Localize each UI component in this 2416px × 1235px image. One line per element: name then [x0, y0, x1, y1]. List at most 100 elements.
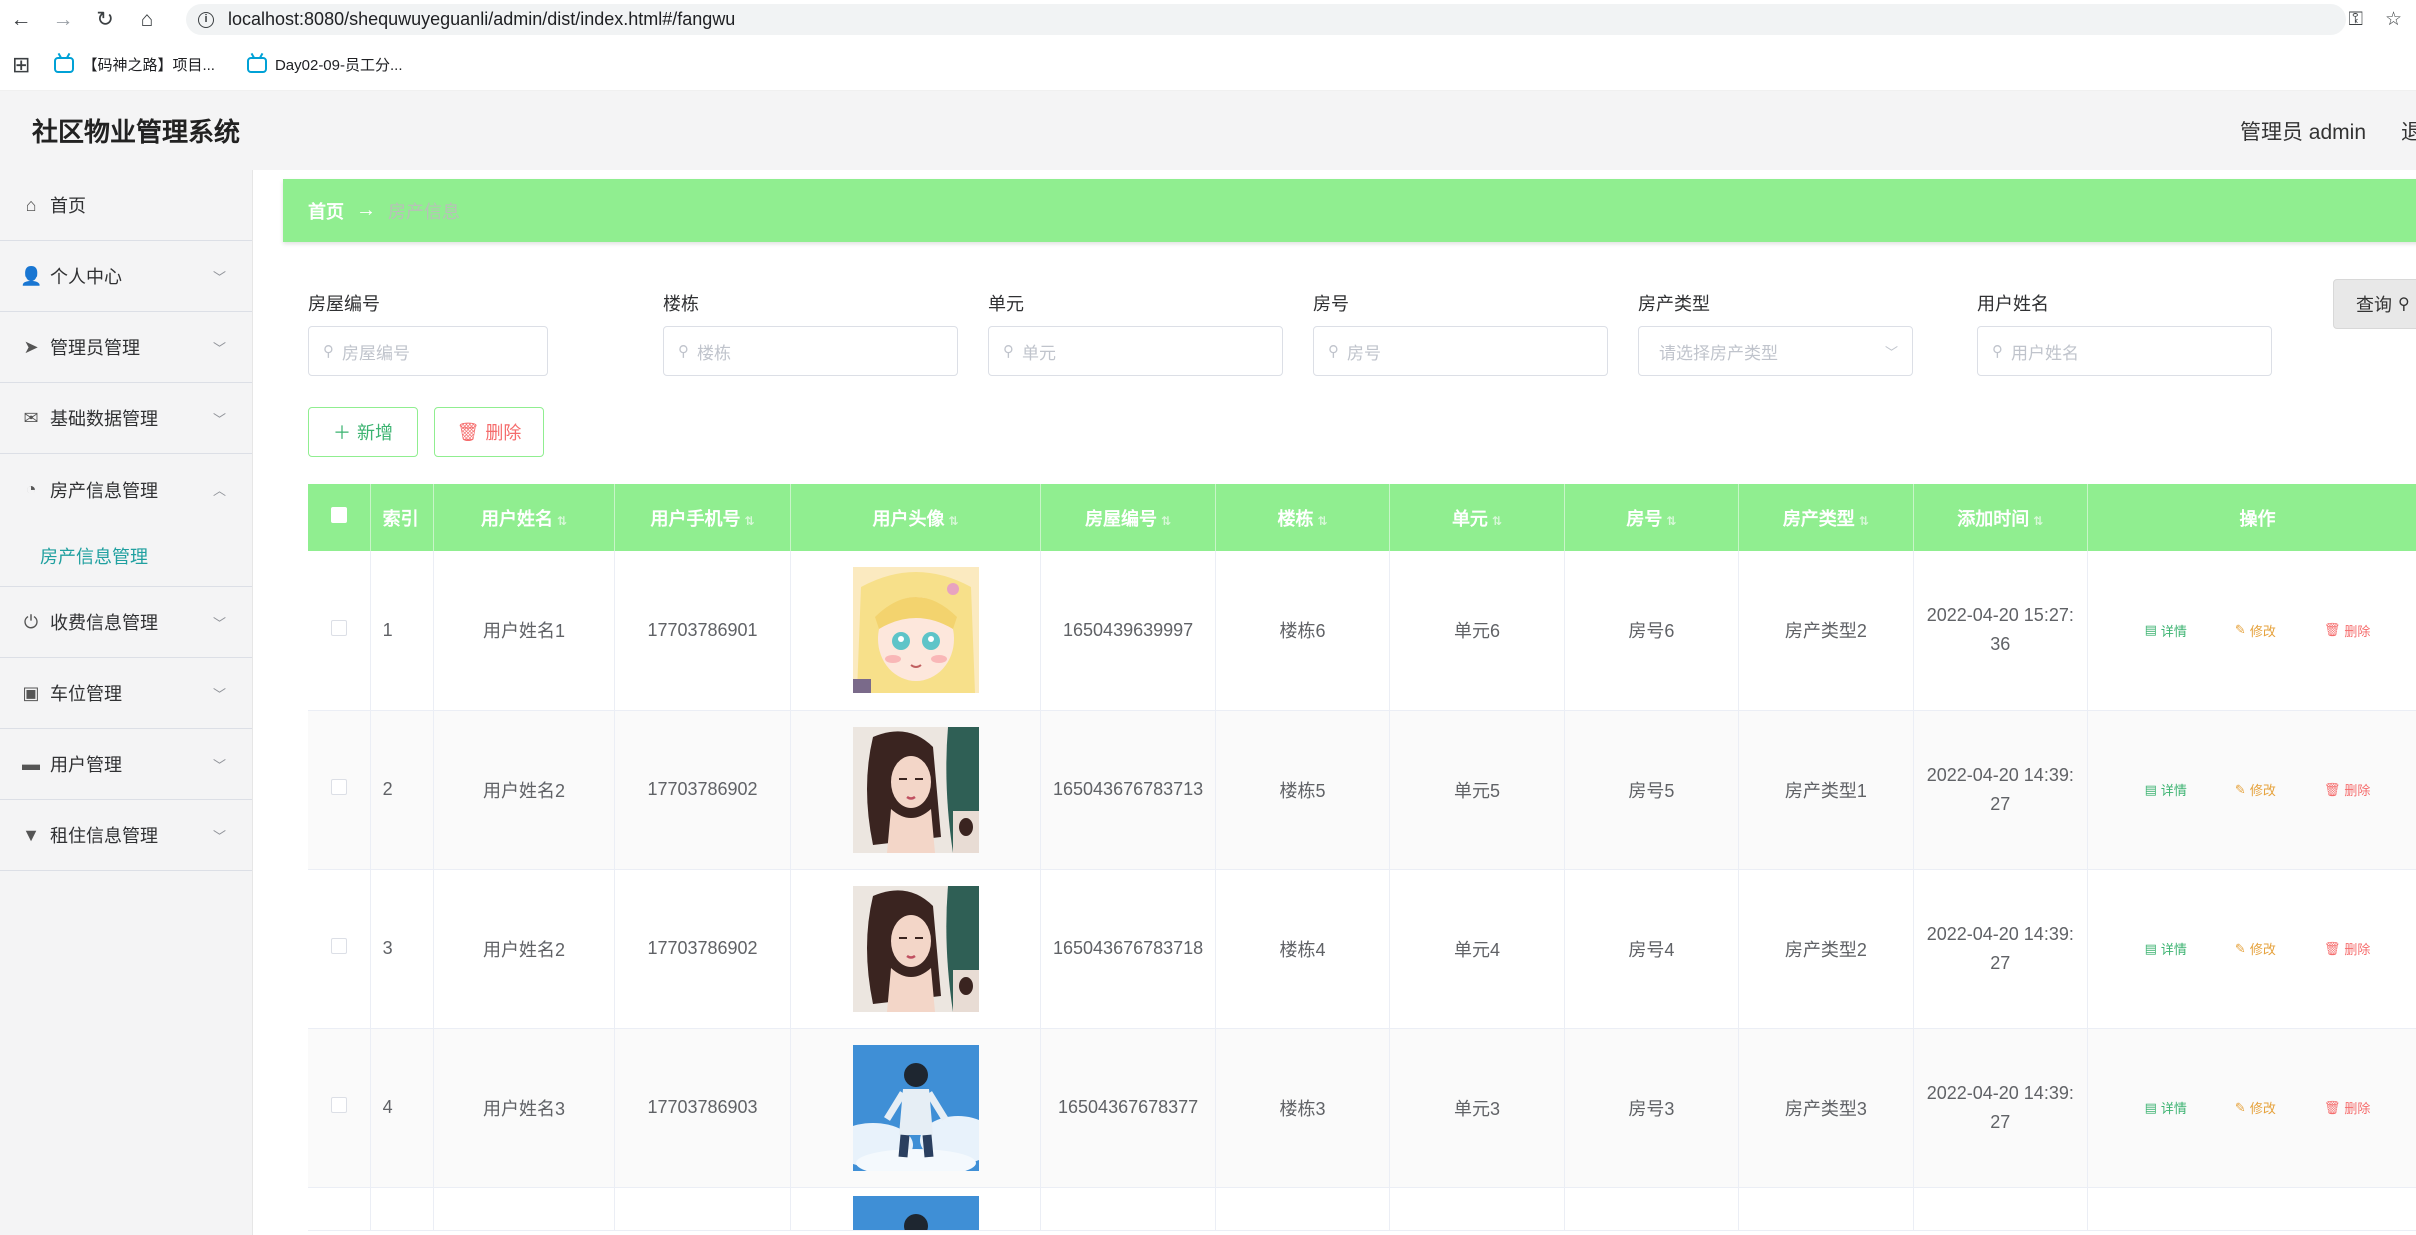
- unit-input[interactable]: ⚲ 单元: [988, 326, 1283, 376]
- sidebar-subitem-property-info[interactable]: 房产信息管理: [0, 525, 252, 587]
- delete-label: 删除: [2344, 1101, 2371, 1116]
- detail-button[interactable]: ▤ 详情: [2135, 615, 2197, 646]
- cell-type: 房产类型3: [1738, 1028, 1914, 1188]
- back-icon[interactable]: ←: [0, 0, 42, 39]
- sort-icon[interactable]: ⇅: [1492, 514, 1502, 528]
- house-no-input[interactable]: ⚲ 房屋编号: [308, 326, 548, 376]
- edit-button[interactable]: ✎ 修改: [2225, 933, 2286, 964]
- sort-icon[interactable]: ⇅: [1859, 514, 1869, 528]
- user-name-input[interactable]: ⚲ 用户姓名: [1977, 326, 2272, 376]
- admin-label: 管理员 admin: [2239, 120, 2366, 144]
- cell-index: 3: [370, 869, 434, 1029]
- table-row[interactable]: 1 用户姓名1 17703786901 1650439639997 楼栋6 单元…: [308, 551, 2416, 711]
- table-row[interactable]: [308, 1187, 2416, 1231]
- forward-icon[interactable]: →: [42, 0, 84, 39]
- reload-icon[interactable]: ↻: [84, 0, 126, 39]
- row-select-cell[interactable]: [308, 1028, 371, 1188]
- address-bar[interactable]: i localhost:8080/shequwuyeguanli/admin/d…: [186, 4, 2346, 35]
- sidebar-item-charges[interactable]: ⏻ 收费信息管理 ﹀: [0, 587, 252, 658]
- header-label: 单元: [1451, 508, 1488, 529]
- row-checkbox[interactable]: [330, 1097, 347, 1113]
- header-room[interactable]: 房号 ⇅: [1564, 484, 1740, 551]
- header-operations: 操作: [2087, 484, 2416, 551]
- header-time[interactable]: 添加时间 ⇅: [1913, 484, 2089, 551]
- sort-icon[interactable]: ⇅: [2033, 514, 2043, 528]
- row-select-cell[interactable]: [308, 710, 371, 870]
- delete-button[interactable]: 🗑 删除: [2314, 933, 2381, 964]
- avatar-anime-girl-image[interactable]: [852, 567, 979, 694]
- sidebar-item-property-info[interactable]: ◔ 房产信息管理 ︿: [0, 454, 252, 525]
- breadcrumb-current: 房产信息: [388, 201, 460, 222]
- row-checkbox[interactable]: [330, 938, 347, 954]
- avatar-woman-portrait-image[interactable]: [852, 885, 979, 1012]
- header-label: 添加时间: [1957, 508, 2030, 529]
- sort-icon[interactable]: ⇅: [1318, 514, 1328, 528]
- url-text[interactable]: localhost:8080/shequwuyeguanli/admin/dis…: [228, 9, 735, 30]
- query-button[interactable]: 查询 ⚲: [2333, 279, 2416, 329]
- header-user-name[interactable]: 用户姓名 ⇅: [433, 484, 616, 551]
- row-select-cell[interactable]: [308, 1187, 371, 1231]
- room-input[interactable]: ⚲ 房号: [1313, 326, 1608, 376]
- sort-icon[interactable]: ⇅: [557, 514, 567, 528]
- sidebar-item-parking[interactable]: ▣ 车位管理 ﹀: [0, 658, 252, 729]
- user-icon: 👤: [20, 265, 43, 286]
- avatar-sky-boy-image[interactable]: [852, 1195, 979, 1230]
- sidebar-item-users[interactable]: ▬ 用户管理 ﹀: [0, 729, 252, 800]
- sort-icon[interactable]: ⇅: [744, 514, 754, 528]
- home-page-icon[interactable]: ⌂: [126, 0, 168, 39]
- header-unit[interactable]: 单元 ⇅: [1389, 484, 1565, 551]
- header-phone[interactable]: 用户手机号 ⇅: [614, 484, 791, 551]
- bookmark-item[interactable]: 【码神之路】项目...: [54, 54, 215, 75]
- detail-button[interactable]: ▤ 详情: [2135, 774, 2197, 805]
- sidebar-item-base-data[interactable]: ✉ 基础数据管理 ﹀: [0, 383, 252, 454]
- delete-button[interactable]: 🗑 删除: [2314, 774, 2381, 805]
- table-row[interactable]: 3 用户姓名2 17703786902 165043676783718 楼栋4 …: [308, 869, 2416, 1029]
- building-input[interactable]: ⚲ 楼栋: [663, 326, 958, 376]
- row-checkbox[interactable]: [330, 779, 347, 795]
- cell-time: 2022-04-20 15:27:36: [1913, 551, 2089, 711]
- row-select-cell[interactable]: [308, 551, 371, 711]
- cell-room: 房号4: [1564, 869, 1740, 1029]
- table-row[interactable]: 2 用户姓名2 17703786902 165043676783713 楼栋5 …: [308, 710, 2416, 870]
- cell-building: 楼栋6: [1215, 551, 1391, 711]
- detail-button[interactable]: ▤ 详情: [2135, 933, 2197, 964]
- apps-grid-icon[interactable]: ⊞: [12, 52, 30, 78]
- password-key-icon[interactable]: ⚿: [2348, 9, 2362, 31]
- avatar-sky-boy-image[interactable]: [852, 1044, 979, 1171]
- row-checkbox[interactable]: [330, 619, 347, 636]
- sort-icon[interactable]: ⇅: [1161, 514, 1171, 528]
- header-building[interactable]: 楼栋 ⇅: [1215, 484, 1391, 551]
- brush-icon: ▼: [22, 824, 40, 845]
- edit-button[interactable]: ✎ 修改: [2225, 1092, 2286, 1123]
- logout-link[interactable]: 退: [2401, 116, 2416, 146]
- breadcrumb-home[interactable]: 首页: [308, 198, 344, 224]
- row-select-cell[interactable]: [308, 869, 371, 1029]
- bookmark-item[interactable]: Day02-09-员工分...: [246, 54, 403, 75]
- select-all-checkbox[interactable]: [330, 507, 347, 523]
- detail-button[interactable]: ▤ 详情: [2135, 1092, 2197, 1123]
- delete-button[interactable]: 🗑 删除: [2314, 1092, 2381, 1123]
- sidebar-item-personal-center[interactable]: 👤 个人中心 ﹀: [0, 241, 252, 312]
- sort-icon[interactable]: ⇅: [949, 514, 959, 528]
- header-house-no[interactable]: 房屋编号 ⇅: [1040, 484, 1216, 551]
- cell-index: 1: [370, 551, 434, 711]
- edit-button[interactable]: ✎ 修改: [2225, 615, 2286, 646]
- delete-button[interactable]: 🗑 删除: [2314, 615, 2381, 646]
- table-row[interactable]: 4 用户姓名3 17703786903 16504367678377 楼栋3 单…: [308, 1028, 2416, 1188]
- header-type[interactable]: 房产类型 ⇅: [1738, 484, 1914, 551]
- header-avatar[interactable]: 用户头像 ⇅: [790, 484, 1042, 551]
- avatar-woman-portrait-image[interactable]: [852, 726, 979, 853]
- site-info-icon[interactable]: i: [198, 11, 214, 28]
- sidebar-item-admin-management[interactable]: ➤ 管理员管理 ﹀: [0, 312, 252, 383]
- edit-button[interactable]: ✎ 修改: [2225, 774, 2286, 805]
- sort-icon[interactable]: ⇅: [1666, 514, 1676, 528]
- cell-type: [1738, 1187, 1914, 1231]
- bookmark-star-icon[interactable]: ☆: [2385, 8, 2402, 31]
- select-all-cell[interactable]: [308, 484, 371, 551]
- house-type-select[interactable]: 请选择房产类型 ﹀: [1638, 326, 1913, 376]
- add-button[interactable]: ＋ 新增: [308, 407, 418, 457]
- sidebar-item-rental[interactable]: ▼ 租住信息管理 ﹀: [0, 800, 252, 871]
- batch-delete-button[interactable]: 🗑 删除: [434, 407, 544, 457]
- detail-label: 详情: [2160, 783, 2187, 798]
- sidebar-item-home[interactable]: ⌂ 首页: [0, 170, 252, 241]
